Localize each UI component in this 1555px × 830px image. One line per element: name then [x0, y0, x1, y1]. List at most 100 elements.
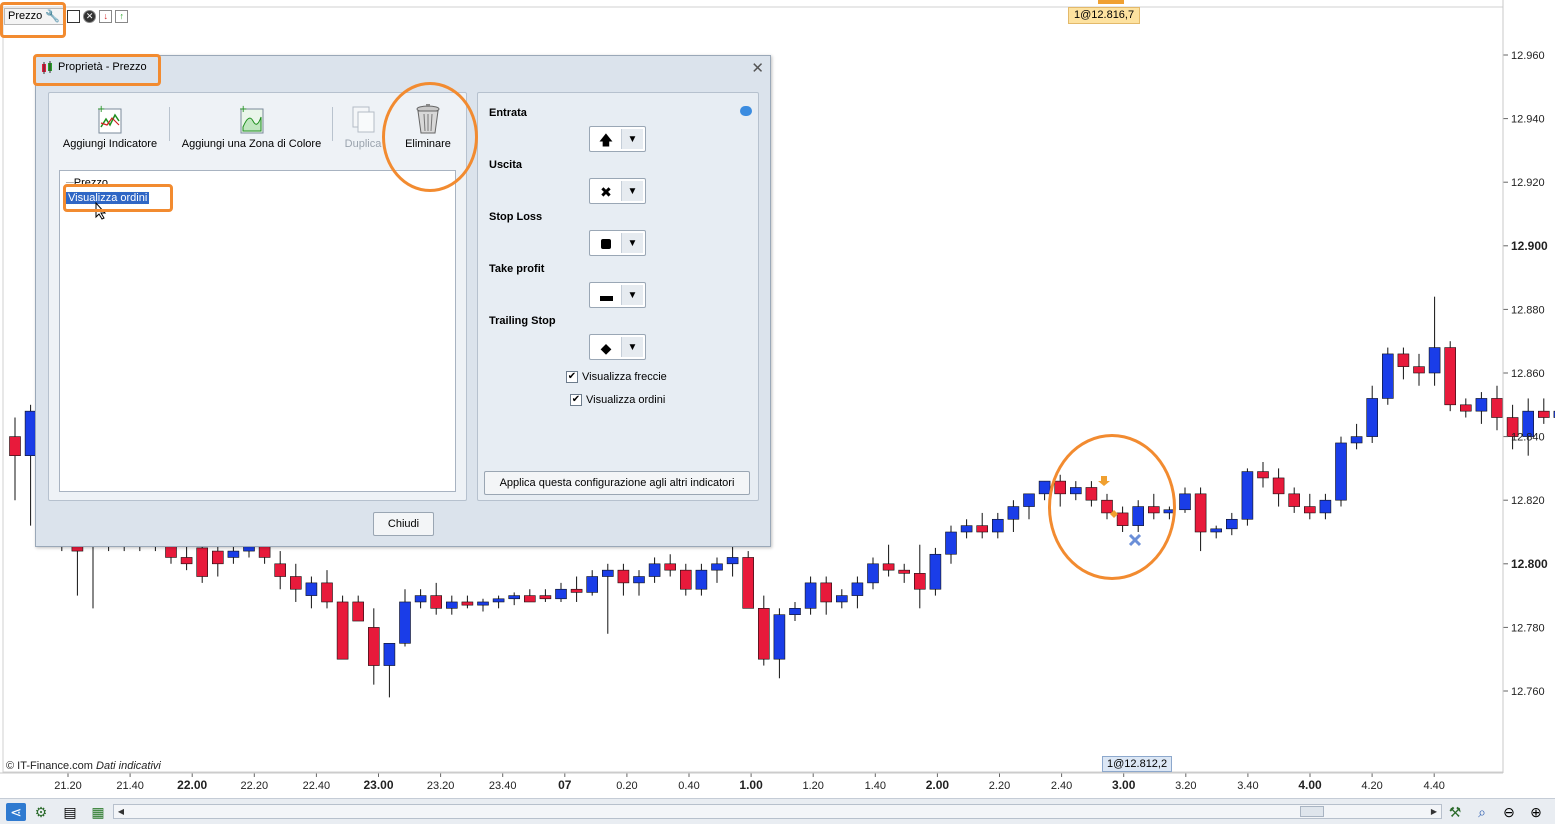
- close-button[interactable]: Chiudi: [373, 512, 434, 536]
- candle[interactable]: [352, 601, 365, 622]
- horizontal-scrollbar[interactable]: ◀ ▶: [113, 804, 1442, 819]
- candle[interactable]: [1116, 512, 1129, 526]
- candle[interactable]: [664, 563, 677, 571]
- candle[interactable]: [1350, 436, 1363, 444]
- info-bubble-icon[interactable]: [740, 106, 752, 116]
- candle[interactable]: [1007, 506, 1020, 520]
- candle[interactable]: [1491, 398, 1503, 418]
- candle[interactable]: [882, 563, 895, 571]
- candle[interactable]: [180, 557, 193, 565]
- candle[interactable]: [321, 582, 333, 603]
- candle[interactable]: [835, 595, 848, 603]
- show-arrows-option[interactable]: ✔ Visualizza freccie: [566, 371, 667, 383]
- scroll-left-arrow-icon[interactable]: ◀: [115, 806, 127, 817]
- tree-item-visualizza-ordini[interactable]: Visualizza ordini: [64, 191, 151, 205]
- wrench-icon[interactable]: 🔧: [45, 9, 60, 23]
- candle[interactable]: [945, 531, 957, 555]
- scroll-thumb[interactable]: [1300, 806, 1324, 817]
- candle[interactable]: [1023, 493, 1035, 507]
- candle[interactable]: [648, 563, 661, 577]
- candle[interactable]: [1179, 493, 1191, 511]
- candle[interactable]: [1257, 471, 1269, 479]
- candle[interactable]: [289, 576, 302, 590]
- candle[interactable]: [1132, 506, 1144, 526]
- take-profit-symbol-dropdown[interactable]: ▼: [589, 282, 646, 308]
- candle[interactable]: [586, 576, 599, 593]
- candle[interactable]: [726, 557, 739, 565]
- candle[interactable]: [1241, 471, 1254, 520]
- candle[interactable]: [570, 588, 583, 593]
- candle[interactable]: [757, 608, 770, 660]
- trailing-stop-symbol-dropdown[interactable]: ◆ ▼: [589, 334, 646, 360]
- candle[interactable]: [1085, 487, 1098, 501]
- candle[interactable]: [1101, 499, 1113, 514]
- candle[interactable]: [1335, 442, 1347, 501]
- candle[interactable]: [9, 436, 21, 456]
- indicators-icon[interactable]: ⚙: [31, 803, 51, 821]
- share-icon[interactable]: ⋖: [6, 803, 26, 821]
- candle[interactable]: [1148, 506, 1160, 514]
- indicator-name-box[interactable]: Prezzo 🔧: [4, 7, 65, 25]
- apply-config-button[interactable]: Applica questa configurazione agli altri…: [484, 471, 750, 495]
- candle[interactable]: [679, 569, 692, 590]
- exit-symbol-dropdown[interactable]: ✖ ▼: [589, 178, 646, 204]
- candle[interactable]: [212, 550, 224, 565]
- candle[interactable]: [1070, 487, 1082, 495]
- candle[interactable]: [1460, 404, 1472, 412]
- candle[interactable]: [477, 601, 489, 606]
- candle[interactable]: [991, 518, 1004, 533]
- candle[interactable]: [1382, 353, 1394, 399]
- candle[interactable]: [1538, 410, 1550, 418]
- show-orders-option[interactable]: ✔ Visualizza ordini: [570, 394, 665, 406]
- zoom-auto-icon[interactable]: ⌕: [1472, 803, 1492, 821]
- add-color-zone-button[interactable]: + Aggiungi una Zona di Colore: [179, 103, 324, 150]
- candle[interactable]: [804, 582, 817, 609]
- duplicate-button[interactable]: Duplica: [341, 103, 385, 150]
- candle[interactable]: [492, 598, 505, 603]
- delete-button[interactable]: Eliminare: [401, 103, 455, 150]
- add-indicator-button[interactable]: + Aggiungi Indicatore: [55, 103, 165, 150]
- candle[interactable]: [196, 547, 208, 577]
- candle[interactable]: [1038, 480, 1051, 495]
- candle[interactable]: [274, 563, 287, 577]
- grid-icon[interactable]: ▦: [88, 803, 108, 821]
- move-down-icon[interactable]: ↓: [99, 9, 113, 23]
- candle[interactable]: [929, 553, 942, 590]
- show-orders-checkbox[interactable]: ✔: [570, 394, 582, 406]
- candle[interactable]: [1194, 493, 1207, 533]
- window-icon[interactable]: [67, 9, 81, 23]
- close-icon[interactable]: ✕: [751, 59, 764, 77]
- list-icon[interactable]: ▤: [60, 803, 80, 821]
- move-up-icon[interactable]: ↑: [115, 9, 129, 23]
- candle[interactable]: [523, 595, 536, 603]
- candle[interactable]: [1054, 480, 1066, 495]
- candle[interactable]: [414, 595, 427, 603]
- close-circle-icon[interactable]: ✕: [83, 9, 97, 23]
- candle[interactable]: [1226, 518, 1238, 530]
- chart-settings-icon[interactable]: ⚒: [1445, 803, 1465, 821]
- candle[interactable]: [383, 642, 396, 666]
- candle[interactable]: [867, 563, 879, 584]
- candle[interactable]: [1366, 398, 1378, 437]
- candle[interactable]: [1413, 366, 1425, 374]
- candle[interactable]: [851, 582, 864, 596]
- zoom-out-icon[interactable]: ⊖: [1499, 803, 1519, 821]
- candle[interactable]: [898, 569, 911, 574]
- scroll-right-arrow-icon[interactable]: ▶: [1428, 806, 1440, 817]
- candle[interactable]: [1428, 347, 1441, 374]
- candle[interactable]: [336, 601, 349, 660]
- stop-loss-symbol-dropdown[interactable]: ▼: [589, 230, 646, 256]
- show-arrows-checkbox[interactable]: ✔: [566, 371, 578, 383]
- candle[interactable]: [367, 627, 380, 666]
- candle[interactable]: [461, 601, 474, 606]
- candle[interactable]: [976, 525, 989, 533]
- candle[interactable]: [1304, 506, 1316, 514]
- candle[interactable]: [1288, 493, 1300, 507]
- tree-item-prezzo[interactable]: ─Prezzo: [66, 177, 108, 189]
- zoom-in-icon[interactable]: ⊕: [1526, 803, 1546, 821]
- candle[interactable]: [633, 576, 645, 584]
- candle[interactable]: [960, 525, 973, 533]
- candle[interactable]: [1444, 347, 1456, 406]
- candle[interactable]: [305, 582, 318, 596]
- candle[interactable]: [555, 588, 567, 600]
